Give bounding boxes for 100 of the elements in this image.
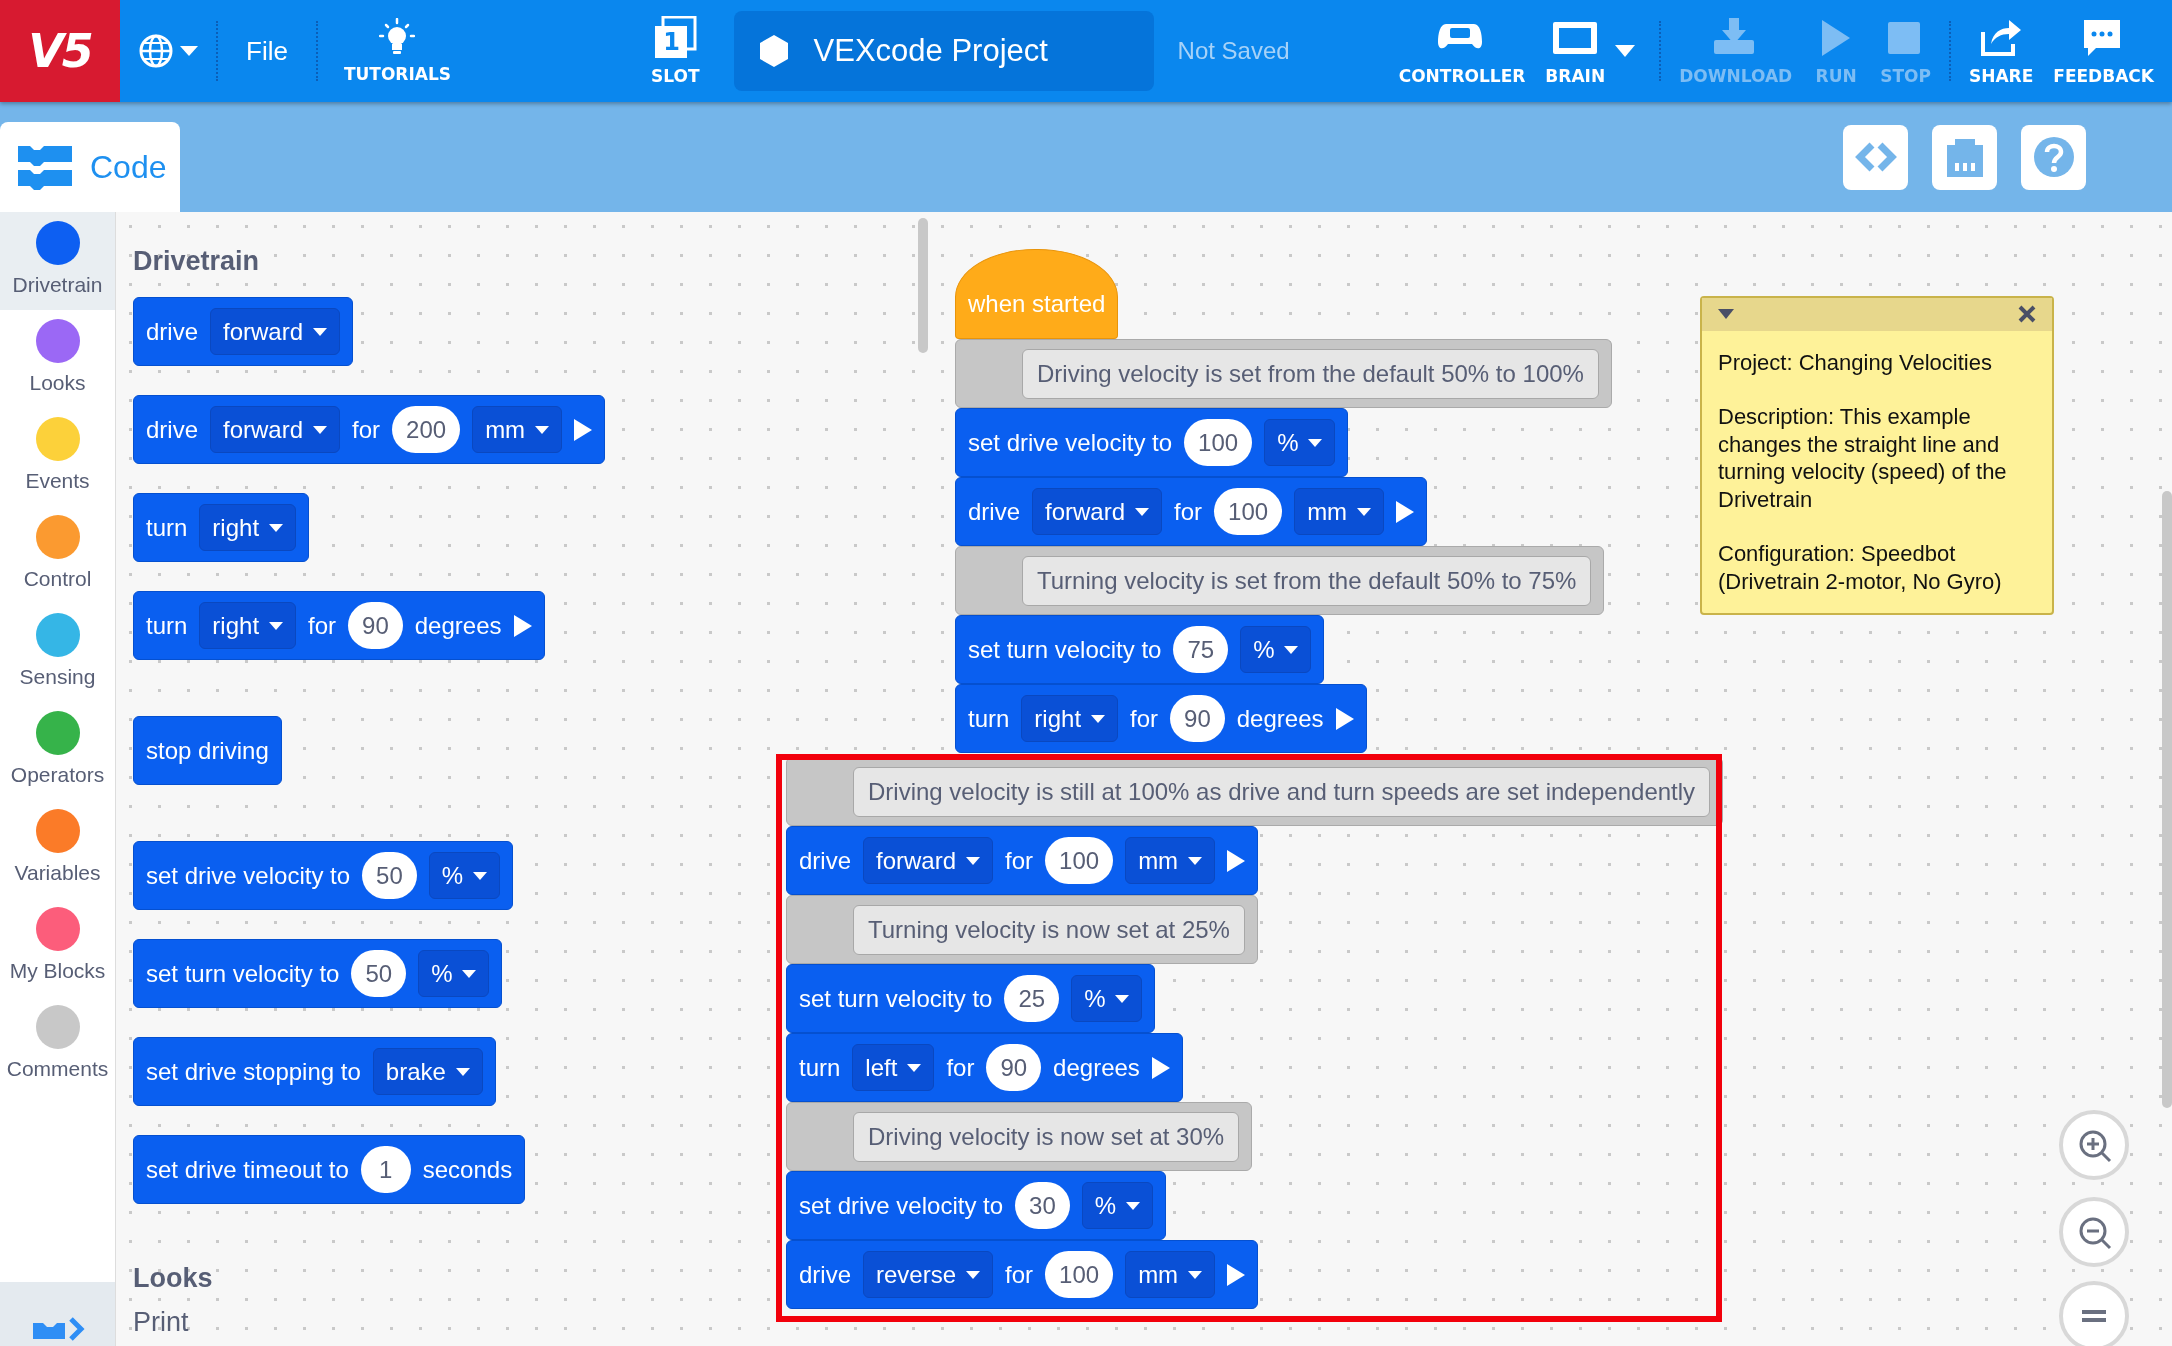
comment-text[interactable]: Turning velocity is set from the default 50% to 75% [1022, 555, 1592, 606]
extensions-button[interactable] [0, 1282, 115, 1346]
code-block[interactable]: turn right for 90 degrees [955, 684, 1367, 753]
code-block[interactable]: turn right [133, 493, 310, 562]
note-text: Project: Changing Velocities [1718, 348, 1993, 376]
code-view-button[interactable] [1843, 124, 1908, 190]
controller-button[interactable]: CONTROLLER [1388, 16, 1536, 86]
help-button[interactable] [2021, 124, 2086, 190]
save-status: Not Saved [1177, 36, 1290, 66]
comment-text[interactable]: Driving velocity is now set at 30% [853, 1111, 1240, 1162]
number-field[interactable]: 50 [362, 852, 417, 899]
code-block[interactable]: set drive velocity to 30 % [786, 1171, 1167, 1240]
number-field[interactable]: 90 [986, 1044, 1042, 1091]
number-field[interactable]: 200 [392, 406, 461, 453]
dropdown-field[interactable]: left [852, 1044, 935, 1091]
scrollbar[interactable] [918, 218, 928, 353]
number-field[interactable]: 100 [1184, 419, 1253, 466]
number-field[interactable]: 90 [1170, 695, 1225, 742]
dropdown-field[interactable]: mm [472, 406, 563, 453]
number-field[interactable]: 90 [348, 602, 403, 649]
category-item[interactable]: Variables [0, 800, 115, 898]
code-block[interactable]: turn right for 90 degrees [133, 591, 545, 660]
dropdown-field[interactable]: forward [210, 308, 341, 355]
code-block[interactable]: set drive velocity to 50 % [133, 841, 514, 910]
file-menu[interactable]: File [218, 35, 316, 67]
block-label: degrees [1053, 1052, 1140, 1083]
number-field[interactable]: 100 [1045, 837, 1114, 884]
dropdown-field[interactable]: reverse [863, 1251, 994, 1298]
caret-icon [313, 425, 328, 434]
comment-text[interactable]: Driving velocity is set from the default 50% to 100% [1022, 348, 1599, 399]
block-label: set drive timeout to [146, 1154, 349, 1185]
devices-button[interactable] [1932, 124, 1997, 190]
slot-number: 1 [663, 28, 680, 56]
comment-block[interactable]: Turning velocity is set from the default 50% to 75% [955, 546, 1605, 615]
dropdown-field[interactable]: mm [1125, 837, 1216, 884]
category-item[interactable]: Drivetrain [0, 212, 115, 310]
scrollbar[interactable] [2162, 491, 2172, 1108]
project-name-box[interactable]: VEXcode Project [733, 11, 1154, 91]
comment-block[interactable]: Driving velocity is now set at 30% [786, 1102, 1253, 1171]
dropdown-field[interactable]: % [1081, 1182, 1154, 1229]
code-block[interactable]: drive forward for 100 mm [955, 477, 1428, 546]
slot-button[interactable]: 1 SLOT [641, 16, 710, 86]
dropdown-field[interactable]: mm [1125, 1251, 1216, 1298]
brain-button[interactable]: BRAIN [1535, 16, 1616, 86]
code-block[interactable]: stop driving [133, 716, 282, 785]
comment-block[interactable]: Driving velocity is still at 100% as drive and turn speeds are set independently [786, 757, 1724, 826]
code-block[interactable]: drive reverse for 100 mm [786, 1240, 1259, 1309]
block-label: for [1005, 1259, 1034, 1290]
dropdown-field[interactable]: right [199, 504, 297, 551]
code-block[interactable]: set drive timeout to 1 seconds [133, 1135, 526, 1204]
dropdown-field[interactable]: % [1240, 626, 1312, 673]
dropdown-field[interactable]: right [199, 602, 297, 649]
dropdown-field[interactable]: brake [372, 1048, 483, 1095]
code-block[interactable]: set turn velocity to 75 % [955, 615, 1325, 684]
caret-icon [473, 871, 488, 880]
comment-block[interactable]: Turning velocity is now set at 25% [786, 895, 1258, 964]
number-field[interactable]: 30 [1015, 1182, 1070, 1229]
block-label: drive [146, 414, 199, 445]
code-block[interactable]: drive forward for 100 mm [786, 826, 1259, 895]
category-item[interactable]: Events [0, 408, 115, 506]
feedback-button[interactable]: FEEDBACK [2043, 16, 2164, 86]
number-field[interactable]: 100 [1045, 1251, 1114, 1298]
number-field[interactable]: 100 [1214, 488, 1283, 535]
category-item[interactable]: Operators [0, 702, 115, 800]
caret-icon [907, 1063, 922, 1072]
comment-text[interactable]: Turning velocity is now set at 25% [853, 904, 1245, 955]
comment-text[interactable]: Driving velocity is still at 100% as drive and turn speeds are set independently [853, 766, 1711, 817]
play-icon [1227, 849, 1246, 872]
number-field[interactable]: 50 [351, 950, 407, 997]
number-field[interactable]: 75 [1173, 626, 1229, 673]
tutorials-button[interactable]: TUTORIALS [333, 18, 461, 84]
dropdown-field[interactable]: forward [863, 837, 994, 884]
category-item[interactable]: Looks [0, 310, 115, 408]
code-block[interactable]: set turn velocity to 50 % [133, 939, 503, 1008]
category-item[interactable]: Comments [0, 996, 115, 1094]
code-block[interactable]: set turn velocity to 25 % [786, 964, 1156, 1033]
code-tab[interactable]: Code [0, 122, 180, 212]
dropdown-field[interactable]: forward [1032, 488, 1163, 535]
code-block[interactable]: set drive stopping to brake [133, 1037, 496, 1106]
comment-block[interactable]: Driving velocity is set from the default 50% to 100% [955, 339, 1612, 408]
dropdown-field[interactable]: % [428, 852, 501, 899]
number-field[interactable]: 1 [360, 1146, 411, 1193]
share-button[interactable]: SHARE [1958, 16, 2044, 86]
dropdown-field[interactable]: % [1264, 419, 1336, 466]
dropdown-field[interactable]: mm [1294, 488, 1385, 535]
category-item[interactable]: Sensing [0, 604, 115, 702]
code-block[interactable]: drive forward for 200 mm [133, 395, 606, 464]
play-icon [574, 418, 593, 441]
category-item[interactable]: Control [0, 506, 115, 604]
code-block[interactable]: drive forward [133, 297, 354, 366]
code-block[interactable]: set drive velocity to 100 % [955, 408, 1349, 477]
number-field[interactable]: 25 [1004, 975, 1060, 1022]
dropdown-field[interactable]: % [1071, 975, 1143, 1022]
close-button[interactable] [2018, 305, 2036, 324]
caret-icon [1091, 714, 1106, 723]
dropdown-field[interactable]: forward [210, 406, 341, 453]
dropdown-field[interactable]: % [418, 950, 490, 997]
code-block[interactable]: turn left for 90 degrees [786, 1033, 1183, 1102]
category-item[interactable]: My Blocks [0, 898, 115, 996]
dropdown-field[interactable]: right [1021, 695, 1119, 742]
